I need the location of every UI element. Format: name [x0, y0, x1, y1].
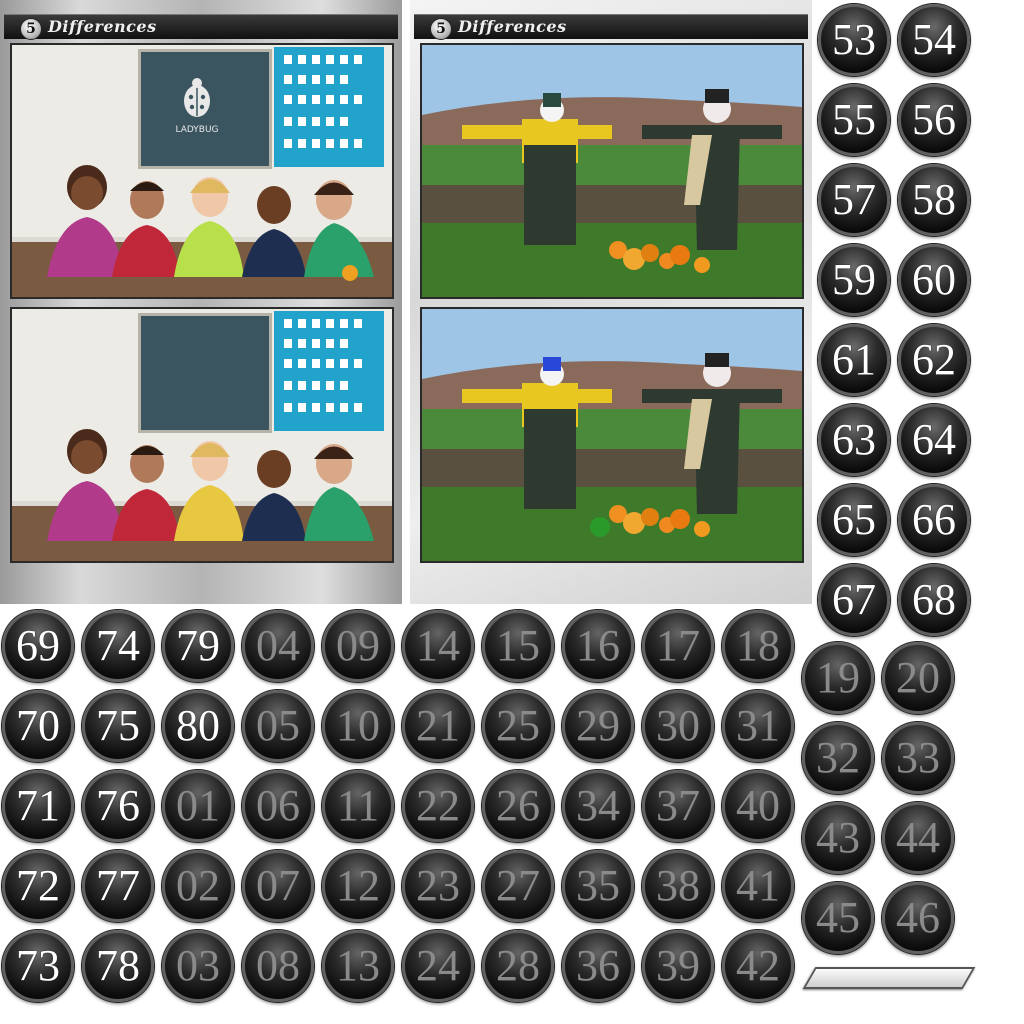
number-ball-34[interactable]: 34	[562, 770, 634, 842]
scarecrow-hat-blue[interactable]	[543, 357, 561, 371]
number-ball-01[interactable]: 01	[162, 770, 234, 842]
number-ball-21[interactable]: 21	[402, 690, 474, 762]
right-puzzle-panel: 5 Differences	[410, 0, 812, 604]
number-ball-12[interactable]: 12	[322, 850, 394, 922]
number-ball-26[interactable]: 26	[482, 770, 554, 842]
number-ball-10[interactable]: 10	[322, 690, 394, 762]
number-ball-79[interactable]: 79	[162, 610, 234, 682]
number-ball-64[interactable]: 64	[898, 404, 970, 476]
number-ball-60[interactable]: 60	[898, 244, 970, 316]
number-ball-27[interactable]: 27	[482, 850, 554, 922]
ladybug-label: LADYBUG	[175, 125, 218, 135]
panel-title: Differences	[48, 17, 157, 36]
number-ball-56[interactable]: 56	[898, 84, 970, 156]
number-ball-45[interactable]: 45	[802, 882, 874, 954]
number-ball-03[interactable]: 03	[162, 930, 234, 1002]
number-ball-23[interactable]: 23	[402, 850, 474, 922]
number-ball-46[interactable]: 46	[882, 882, 954, 954]
number-ball-19[interactable]: 19	[802, 642, 874, 714]
number-ball-67[interactable]: 67	[818, 564, 890, 636]
number-ball-32[interactable]: 32	[802, 722, 874, 794]
number-ball-30[interactable]: 30	[642, 690, 714, 762]
photo-kids-original[interactable]: LADYBUG	[10, 43, 394, 299]
left-puzzle-panel: 5 Differences LADYBUG	[0, 0, 402, 604]
number-ball-65[interactable]: 65	[818, 484, 890, 556]
number-ball-58[interactable]: 58	[898, 164, 970, 236]
number-ball-05[interactable]: 05	[242, 690, 314, 762]
number-ball-02[interactable]: 02	[162, 850, 234, 922]
number-ball-14[interactable]: 14	[402, 610, 474, 682]
number-ball-09[interactable]: 09	[322, 610, 394, 682]
number-ball-35[interactable]: 35	[562, 850, 634, 922]
number-ball-04[interactable]: 04	[242, 610, 314, 682]
orange-ball[interactable]	[342, 265, 358, 281]
number-ball-74[interactable]: 74	[82, 610, 154, 682]
number-ball-11[interactable]: 11	[322, 770, 394, 842]
photo-kids-modified[interactable]	[10, 307, 394, 563]
number-ball-62[interactable]: 62	[898, 324, 970, 396]
number-ball-72[interactable]: 72	[2, 850, 74, 922]
number-ball-80[interactable]: 80	[162, 690, 234, 762]
number-ball-70[interactable]: 70	[2, 690, 74, 762]
number-ball-17[interactable]: 17	[642, 610, 714, 682]
panel-title: Differences	[458, 17, 567, 36]
number-ball-73[interactable]: 73	[2, 930, 74, 1002]
photo-scarecrows-original[interactable]	[420, 43, 804, 299]
number-ball-33[interactable]: 33	[882, 722, 954, 794]
number-ball-76[interactable]: 76	[82, 770, 154, 842]
number-ball-41[interactable]: 41	[722, 850, 794, 922]
number-ball-78[interactable]: 78	[82, 930, 154, 1002]
number-ball-61[interactable]: 61	[818, 324, 890, 396]
number-ball-55[interactable]: 55	[818, 84, 890, 156]
panel-header-right: 5 Differences	[414, 14, 808, 40]
progress-bar-slider[interactable]	[802, 967, 976, 989]
panel-header-left: 5 Differences	[4, 14, 398, 40]
number-ball-53[interactable]: 53	[818, 4, 890, 76]
number-ball-20[interactable]: 20	[882, 642, 954, 714]
number-ball-71[interactable]: 71	[2, 770, 74, 842]
number-ball-25[interactable]: 25	[482, 690, 554, 762]
number-ball-18[interactable]: 18	[722, 610, 794, 682]
number-ball-13[interactable]: 13	[322, 930, 394, 1002]
number-ball-68[interactable]: 68	[898, 564, 970, 636]
number-ball-07[interactable]: 07	[242, 850, 314, 922]
number-ball-57[interactable]: 57	[818, 164, 890, 236]
level-badge: 5	[430, 18, 452, 40]
number-ball-77[interactable]: 77	[82, 850, 154, 922]
number-ball-42[interactable]: 42	[722, 930, 794, 1002]
number-ball-37[interactable]: 37	[642, 770, 714, 842]
number-ball-40[interactable]: 40	[722, 770, 794, 842]
number-ball-22[interactable]: 22	[402, 770, 474, 842]
scarecrow-hat[interactable]	[543, 93, 561, 107]
number-ball-15[interactable]: 15	[482, 610, 554, 682]
photo-scarecrows-modified[interactable]	[420, 307, 804, 563]
number-ball-75[interactable]: 75	[82, 690, 154, 762]
number-ball-44[interactable]: 44	[882, 802, 954, 874]
number-ball-06[interactable]: 06	[242, 770, 314, 842]
number-ball-24[interactable]: 24	[402, 930, 474, 1002]
number-ball-59[interactable]: 59	[818, 244, 890, 316]
green-ball[interactable]	[590, 517, 610, 537]
number-ball-16[interactable]: 16	[562, 610, 634, 682]
number-ball-54[interactable]: 54	[898, 4, 970, 76]
number-ball-28[interactable]: 28	[482, 930, 554, 1002]
number-ball-66[interactable]: 66	[898, 484, 970, 556]
number-ball-29[interactable]: 29	[562, 690, 634, 762]
number-ball-43[interactable]: 43	[802, 802, 874, 874]
number-ball-38[interactable]: 38	[642, 850, 714, 922]
number-ball-31[interactable]: 31	[722, 690, 794, 762]
number-ball-36[interactable]: 36	[562, 930, 634, 1002]
number-ball-69[interactable]: 69	[2, 610, 74, 682]
number-ball-63[interactable]: 63	[818, 404, 890, 476]
level-badge: 5	[20, 18, 42, 40]
number-ball-08[interactable]: 08	[242, 930, 314, 1002]
number-ball-39[interactable]: 39	[642, 930, 714, 1002]
